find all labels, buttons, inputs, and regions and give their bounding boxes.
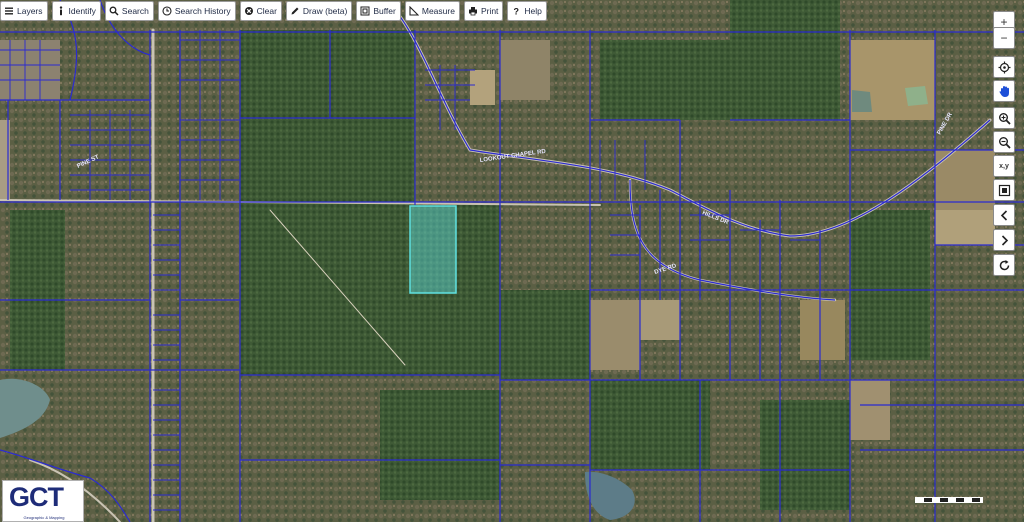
extent-icon: [998, 184, 1010, 196]
aerial-map[interactable]: PINE ST LOOKOUT CHAPEL RD DYE RD HILLS D…: [0, 0, 1024, 522]
printer-icon: [468, 7, 477, 16]
info-icon: [59, 6, 62, 16]
zoom-box-out-button[interactable]: [993, 131, 1015, 153]
measure-label: Measure: [421, 6, 455, 16]
chevron-right-icon: [1001, 234, 1008, 246]
search-button[interactable]: Search: [104, 1, 154, 21]
buffer-button[interactable]: Buffer: [356, 1, 401, 21]
xy-label: x,y: [999, 162, 1009, 170]
chevron-left-icon: [1000, 209, 1007, 221]
draw-label: Draw (beta): [302, 6, 348, 16]
identify-label: Identify: [68, 6, 96, 16]
ruler-icon: [409, 6, 419, 16]
layers-button[interactable]: Layers: [0, 1, 48, 21]
identify-button[interactable]: Identify: [51, 1, 101, 21]
search-history-label: Search History: [174, 6, 231, 16]
clock-icon: [162, 6, 172, 16]
selected-parcel[interactable]: [409, 205, 457, 294]
previous-extent-button[interactable]: [993, 204, 1015, 226]
layers-label: Layers: [17, 6, 43, 16]
buffer-label: Buffer: [373, 6, 396, 16]
xy-coordinates-button[interactable]: x,y: [993, 155, 1015, 177]
search-label: Search: [121, 6, 149, 16]
draw-button[interactable]: Draw (beta): [285, 1, 353, 21]
help-button[interactable]: ? Help: [507, 1, 547, 21]
pan-button[interactable]: [993, 80, 1015, 102]
refresh-icon: [999, 259, 1009, 270]
minus-icon: −: [1000, 31, 1008, 45]
help-icon: ?: [514, 7, 520, 17]
scale-bar: [915, 497, 983, 503]
clear-button[interactable]: Clear: [239, 1, 282, 21]
crosshair-icon: [998, 61, 1010, 73]
menu-icon: [5, 7, 13, 15]
refresh-button[interactable]: [993, 254, 1015, 276]
search-history-button[interactable]: Search History: [157, 1, 236, 21]
clear-icon: [244, 7, 253, 15]
clear-label: Clear: [256, 6, 277, 16]
print-button[interactable]: Print: [463, 1, 504, 21]
zoom-out-button[interactable]: −: [993, 27, 1015, 49]
locate-button[interactable]: [993, 56, 1015, 78]
logo-subtitle: Geographic & Mapping: [23, 515, 65, 520]
zoom-in-icon: [998, 112, 1011, 125]
full-extent-button[interactable]: [993, 179, 1015, 201]
map-toolbar: Layers Identify Search Search History Cl…: [0, 0, 547, 22]
help-label: Help: [524, 6, 542, 16]
measure-button[interactable]: Measure: [404, 1, 460, 21]
print-label: Print: [480, 6, 499, 16]
next-extent-button[interactable]: [993, 229, 1015, 251]
hand-icon: [999, 85, 1009, 97]
pencil-icon: [291, 7, 299, 15]
zoom-box-in-button[interactable]: [993, 107, 1015, 129]
svg-text:?: ?: [514, 7, 520, 17]
buffer-icon: [360, 6, 370, 16]
company-logo: GCT Geographic & Mapping: [2, 480, 84, 522]
zoom-out-icon: [998, 136, 1011, 149]
logo-mark: GCT: [9, 482, 64, 512]
search-icon: [109, 6, 119, 16]
